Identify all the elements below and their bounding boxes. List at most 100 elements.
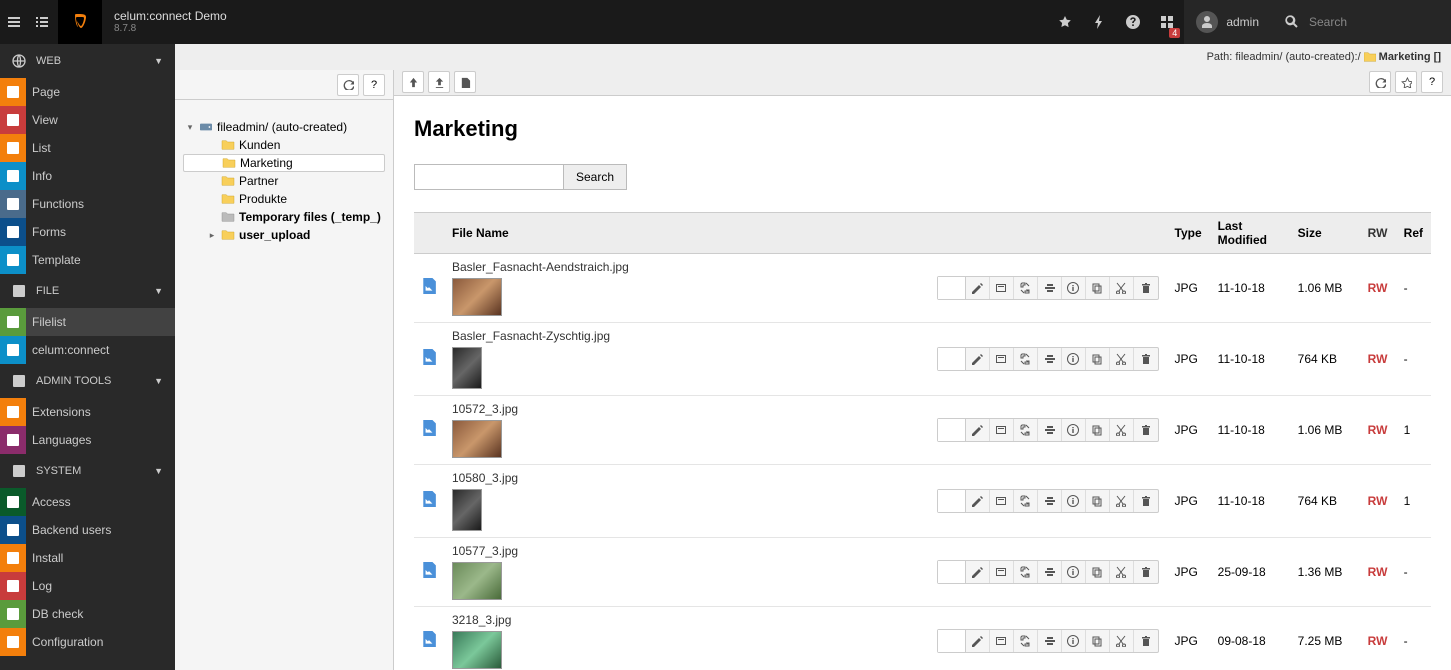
file-name[interactable]: 10572_3.jpg: [452, 402, 921, 416]
edit-icon[interactable]: [966, 419, 990, 441]
search-input[interactable]: [414, 164, 564, 190]
cut-icon[interactable]: [1110, 630, 1134, 652]
delete-icon[interactable]: [1134, 630, 1158, 652]
copy-icon[interactable]: [1086, 348, 1110, 370]
col-ref[interactable]: Ref: [1396, 212, 1431, 253]
menu-toggle-button[interactable]: [0, 0, 28, 44]
module-item[interactable]: Functions: [0, 190, 175, 218]
view-icon[interactable]: [990, 419, 1014, 441]
module-item[interactable]: celum:connect: [0, 336, 175, 364]
main-help-button[interactable]: ?: [1421, 71, 1443, 93]
replace-icon[interactable]: [1014, 277, 1038, 299]
edit-icon[interactable]: [966, 490, 990, 512]
application-icon[interactable]: 4: [1150, 0, 1184, 44]
file-name[interactable]: 10580_3.jpg: [452, 471, 921, 485]
delete-icon[interactable]: [1134, 348, 1158, 370]
info-icon[interactable]: [1062, 419, 1086, 441]
upload-button[interactable]: [402, 71, 424, 93]
tree-item[interactable]: Produkte: [183, 190, 385, 208]
module-group[interactable]: FILE▼: [0, 274, 175, 308]
module-item[interactable]: View: [0, 106, 175, 134]
col-size[interactable]: Size: [1290, 212, 1360, 253]
cut-icon[interactable]: [1110, 419, 1134, 441]
replace-icon[interactable]: [1014, 630, 1038, 652]
edit-icon[interactable]: [966, 277, 990, 299]
module-group[interactable]: WEB▼: [0, 44, 175, 78]
edit-icon[interactable]: [966, 561, 990, 583]
col-type[interactable]: Type: [1167, 212, 1210, 253]
info-icon[interactable]: [1062, 490, 1086, 512]
rename-icon[interactable]: [1038, 419, 1062, 441]
module-item[interactable]: Access: [0, 488, 175, 516]
tree-item[interactable]: Marketing: [183, 154, 385, 172]
rename-icon[interactable]: [1038, 490, 1062, 512]
rename-icon[interactable]: [1038, 348, 1062, 370]
file-thumbnail[interactable]: [452, 347, 482, 389]
module-item[interactable]: Filelist: [0, 308, 175, 336]
col-rw[interactable]: RW: [1360, 212, 1396, 253]
file-thumbnail[interactable]: [452, 420, 502, 458]
row-handle[interactable]: [938, 277, 966, 299]
file-name[interactable]: 10577_3.jpg: [452, 544, 921, 558]
replace-icon[interactable]: [1014, 490, 1038, 512]
view-icon[interactable]: [990, 348, 1014, 370]
delete-icon[interactable]: [1134, 490, 1158, 512]
user-menu[interactable]: admin: [1184, 0, 1271, 44]
info-icon[interactable]: [1062, 277, 1086, 299]
row-handle[interactable]: [938, 630, 966, 652]
file-type-icon[interactable]: [414, 606, 444, 670]
upload2-button[interactable]: [428, 71, 450, 93]
view-icon[interactable]: [990, 277, 1014, 299]
cache-bolt-icon[interactable]: [1082, 0, 1116, 44]
module-item[interactable]: Template: [0, 246, 175, 274]
module-item[interactable]: Backend users: [0, 516, 175, 544]
module-item[interactable]: Install: [0, 544, 175, 572]
file-type-icon[interactable]: [414, 395, 444, 464]
cut-icon[interactable]: [1110, 561, 1134, 583]
row-handle[interactable]: [938, 561, 966, 583]
view-icon[interactable]: [990, 490, 1014, 512]
tree-item[interactable]: ▸user_upload: [183, 226, 385, 244]
file-type-icon[interactable]: [414, 464, 444, 537]
delete-icon[interactable]: [1134, 561, 1158, 583]
tree-item[interactable]: Temporary files (_temp_): [183, 208, 385, 226]
info-icon[interactable]: [1062, 348, 1086, 370]
module-item[interactable]: Page: [0, 78, 175, 106]
tree-root[interactable]: ▾fileadmin/ (auto-created): [183, 118, 385, 136]
tree-item[interactable]: Partner: [183, 172, 385, 190]
module-item[interactable]: Forms: [0, 218, 175, 246]
help-icon[interactable]: [1116, 0, 1150, 44]
module-group[interactable]: SYSTEM▼: [0, 454, 175, 488]
module-item[interactable]: Extensions: [0, 398, 175, 426]
col-name[interactable]: File Name: [444, 212, 929, 253]
row-handle[interactable]: [938, 490, 966, 512]
replace-icon[interactable]: [1014, 419, 1038, 441]
edit-icon[interactable]: [966, 630, 990, 652]
file-name[interactable]: Basler_Fasnacht-Aendstraich.jpg: [452, 260, 921, 274]
module-group[interactable]: ADMIN TOOLS▼: [0, 364, 175, 398]
view-icon[interactable]: [990, 561, 1014, 583]
info-icon[interactable]: [1062, 630, 1086, 652]
file-name[interactable]: Basler_Fasnacht-Zyschtig.jpg: [452, 329, 921, 343]
file-thumbnail[interactable]: [452, 489, 482, 531]
global-search[interactable]: Search: [1271, 0, 1451, 44]
bookmark-button[interactable]: [1395, 71, 1417, 93]
cut-icon[interactable]: [1110, 277, 1134, 299]
tree-refresh-button[interactable]: [337, 74, 359, 96]
copy-icon[interactable]: [1086, 277, 1110, 299]
row-handle[interactable]: [938, 419, 966, 441]
file-type-icon[interactable]: [414, 322, 444, 395]
rename-icon[interactable]: [1038, 630, 1062, 652]
file-type-icon[interactable]: [414, 253, 444, 322]
file-thumbnail[interactable]: [452, 562, 502, 600]
module-item[interactable]: Configuration: [0, 628, 175, 656]
replace-icon[interactable]: [1014, 348, 1038, 370]
rename-icon[interactable]: [1038, 561, 1062, 583]
cut-icon[interactable]: [1110, 490, 1134, 512]
module-item[interactable]: List: [0, 134, 175, 162]
search-button[interactable]: Search: [564, 164, 627, 190]
main-refresh-button[interactable]: [1369, 71, 1391, 93]
cut-icon[interactable]: [1110, 348, 1134, 370]
copy-icon[interactable]: [1086, 419, 1110, 441]
copy-icon[interactable]: [1086, 630, 1110, 652]
